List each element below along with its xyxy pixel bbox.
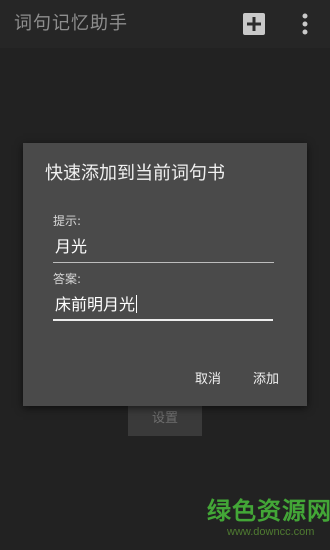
watermark-url: www.downcc.com: [227, 526, 315, 538]
quick-add-dialog: 快速添加到当前词句书 提示: 月光 答案: 床前明月光 取消 添加: [23, 143, 307, 406]
text-cursor: [136, 295, 138, 313]
app-screen: 词句记忆助手 设置 快速添加到当前词句书 提示: 月光 答案: 床前明月光 取消…: [0, 0, 330, 550]
cancel-button[interactable]: 取消: [191, 369, 225, 391]
more-vertical-icon: [302, 13, 308, 35]
hint-input[interactable]: 月光: [53, 235, 274, 263]
dialog-title: 快速添加到当前词句书: [45, 163, 225, 184]
add-button[interactable]: [240, 10, 268, 38]
answer-input[interactable]: 床前明月光: [53, 293, 273, 321]
app-title: 词句记忆助手: [14, 13, 128, 34]
more-menu-button[interactable]: [296, 10, 314, 38]
settings-button[interactable]: 设置: [128, 402, 202, 436]
plus-icon: [243, 13, 265, 35]
add-confirm-button[interactable]: 添加: [249, 369, 283, 391]
answer-label: 答案:: [53, 272, 82, 286]
watermark-logo: 绿色资源网: [207, 497, 330, 525]
hint-label: 提示:: [53, 214, 82, 228]
action-bar: 词句记忆助手: [0, 0, 330, 48]
hint-input-value: 月光: [55, 237, 88, 256]
answer-input-value: 床前明月光: [55, 295, 136, 314]
